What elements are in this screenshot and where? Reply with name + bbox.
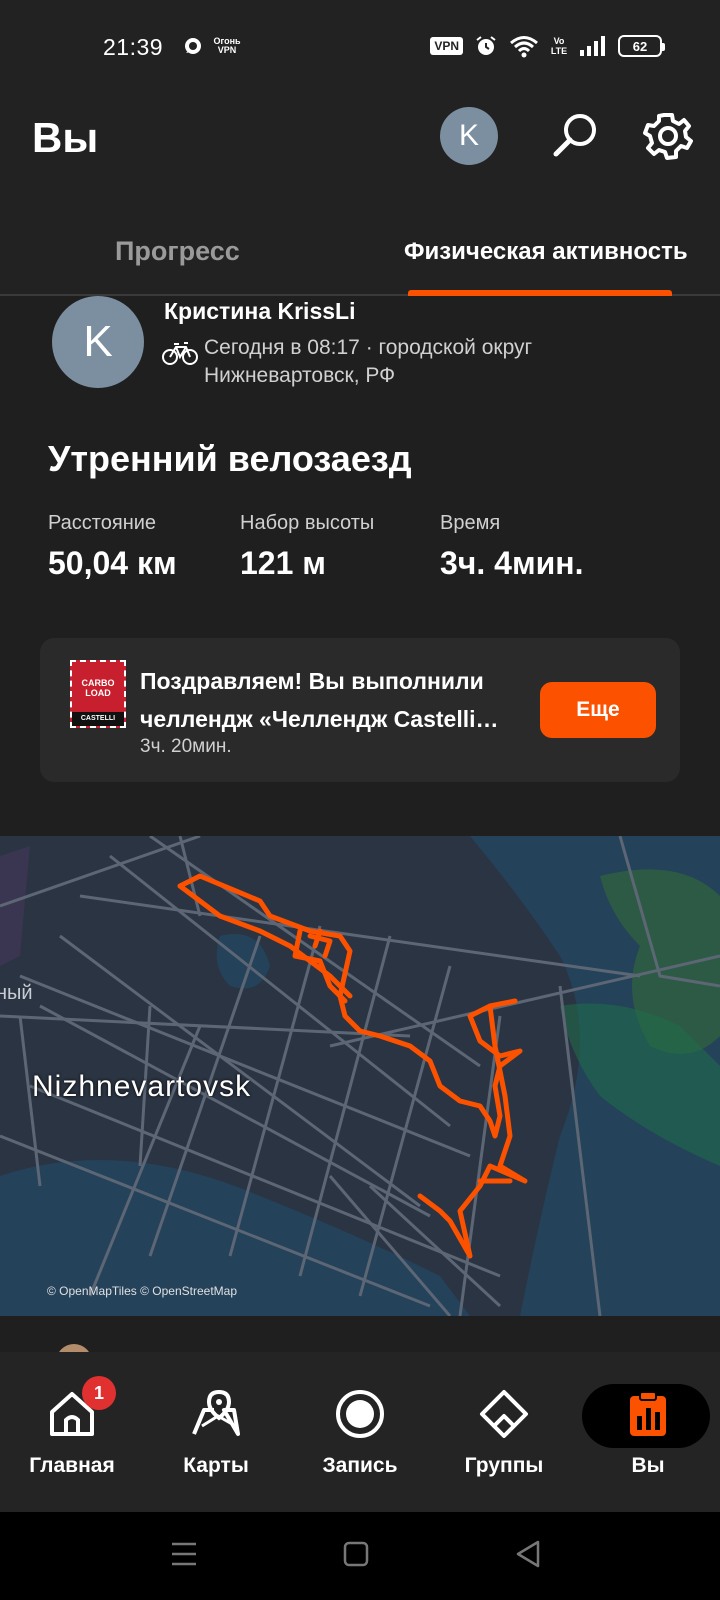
challenge-badge-image: CARBO LOAD CASTELLI bbox=[70, 660, 126, 728]
gear-icon[interactable] bbox=[640, 108, 696, 164]
home-square-icon[interactable] bbox=[336, 1534, 376, 1574]
nav-label: Группы bbox=[464, 1454, 544, 1477]
stat-label: Расстояние bbox=[48, 512, 157, 534]
nav-maps[interactable]: Карты bbox=[144, 1352, 288, 1512]
page-title: Вы bbox=[32, 114, 99, 161]
challenge-badge-mark: CARBO LOAD bbox=[81, 678, 115, 698]
challenge-badge-brand: CASTELLI bbox=[72, 712, 124, 726]
notification-badge: 1 bbox=[82, 1376, 116, 1410]
stat-value: 50,04 км bbox=[48, 545, 177, 581]
nav-label: Главная bbox=[29, 1454, 115, 1477]
nav-record[interactable]: Запись bbox=[288, 1352, 432, 1512]
stat-elevation: Набор высоты 121 м bbox=[240, 512, 374, 582]
tab-bar: Прогресс Физическая активность bbox=[0, 196, 720, 296]
stat-time: Время 3ч. 4мин. bbox=[440, 512, 584, 582]
activity-meta-time-location: Сегодня в 08:17 · городской округ bbox=[204, 336, 533, 359]
nav-label: Запись bbox=[322, 1454, 398, 1477]
groups-icon bbox=[480, 1390, 528, 1438]
challenge-duration: 3ч. 20мин. bbox=[140, 736, 232, 757]
athlete-name[interactable]: Кристина KrissLi bbox=[164, 298, 355, 325]
challenge-banner[interactable]: CARBO LOAD CASTELLI Поздравляем! Вы выпо… bbox=[40, 638, 680, 782]
bottom-nav: 1 Главная Карты Запись Группы Вы bbox=[0, 1352, 720, 1512]
challenge-message-line1: Поздравляем! Вы выполнили bbox=[140, 668, 484, 694]
menu-icon[interactable] bbox=[164, 1534, 204, 1574]
signal-icon bbox=[580, 36, 605, 56]
stat-value: 121 м bbox=[240, 545, 326, 581]
nav-label: Вы bbox=[631, 1454, 665, 1477]
app-header: Вы K bbox=[0, 96, 720, 196]
avatar[interactable]: K bbox=[440, 107, 498, 165]
nav-home[interactable]: 1 Главная bbox=[0, 1352, 144, 1512]
nav-you[interactable]: Вы bbox=[576, 1352, 720, 1512]
bike-icon bbox=[162, 342, 198, 365]
map-attribution[interactable]: © OpenMapTiles © OpenStreetMap bbox=[47, 1284, 237, 1298]
status-bar: 21:39 Огонь VPN VPN Vo LTE 62 bbox=[0, 0, 720, 96]
alarm-icon bbox=[476, 36, 496, 55]
stat-value: 3ч. 4мин. bbox=[440, 545, 584, 581]
search-icon[interactable] bbox=[548, 108, 604, 164]
status-time: 21:39 bbox=[103, 34, 164, 60]
system-nav-bar bbox=[0, 1512, 720, 1600]
more-button[interactable]: Еще bbox=[540, 682, 656, 738]
status-right-icons: VPN Vo LTE 62 bbox=[430, 34, 665, 58]
stat-distance: Расстояние 50,04 км bbox=[48, 512, 177, 582]
stat-label: Набор высоты bbox=[240, 512, 375, 534]
record-icon bbox=[336, 1390, 384, 1438]
map-city-label: Nizhnevartovsk bbox=[32, 1070, 252, 1103]
activity-meta-region: Нижневартовск, РФ bbox=[204, 364, 396, 387]
activity-meta: Сегодня в 08:17 · городской округ Нижнев… bbox=[204, 334, 604, 390]
status-left-icons: Огонь VPN bbox=[183, 36, 241, 56]
tab-activity[interactable]: Физическая активность bbox=[404, 238, 688, 266]
battery-indicator: 62 bbox=[618, 35, 665, 57]
athlete-avatar[interactable]: K bbox=[52, 296, 144, 388]
tab-active-indicator bbox=[408, 290, 672, 296]
vpn-app-indicator: Огонь VPN bbox=[213, 36, 241, 55]
tab-progress[interactable]: Прогресс bbox=[115, 236, 240, 267]
wifi-icon bbox=[510, 36, 538, 58]
next-feed-item-peek bbox=[0, 1316, 720, 1380]
map-icon bbox=[192, 1389, 240, 1436]
nav-groups[interactable]: Группы bbox=[432, 1352, 576, 1512]
map-place-label: ный bbox=[0, 982, 33, 1004]
you-icon bbox=[630, 1391, 666, 1436]
route-map[interactable]: ный Nizhnevartovsk © OpenMapTiles © Open… bbox=[0, 836, 720, 1316]
activity-title[interactable]: Утренний велозаезд bbox=[48, 438, 412, 480]
nav-label: Карты bbox=[183, 1454, 249, 1477]
vpn-badge: VPN bbox=[430, 37, 463, 55]
activity-card[interactable]: K Кристина KrissLi Сегодня в 08:17 · гор… bbox=[0, 296, 720, 828]
chat-bubble-icon bbox=[185, 38, 201, 54]
back-icon[interactable] bbox=[508, 1534, 548, 1574]
volte-indicator: Vo LTE bbox=[550, 36, 568, 56]
stat-label: Время bbox=[440, 512, 501, 534]
challenge-message-line2: челлендж «Челлендж Castelli… bbox=[140, 706, 499, 732]
challenge-message: Поздравляем! Вы выполнили челлендж «Челл… bbox=[140, 662, 532, 738]
